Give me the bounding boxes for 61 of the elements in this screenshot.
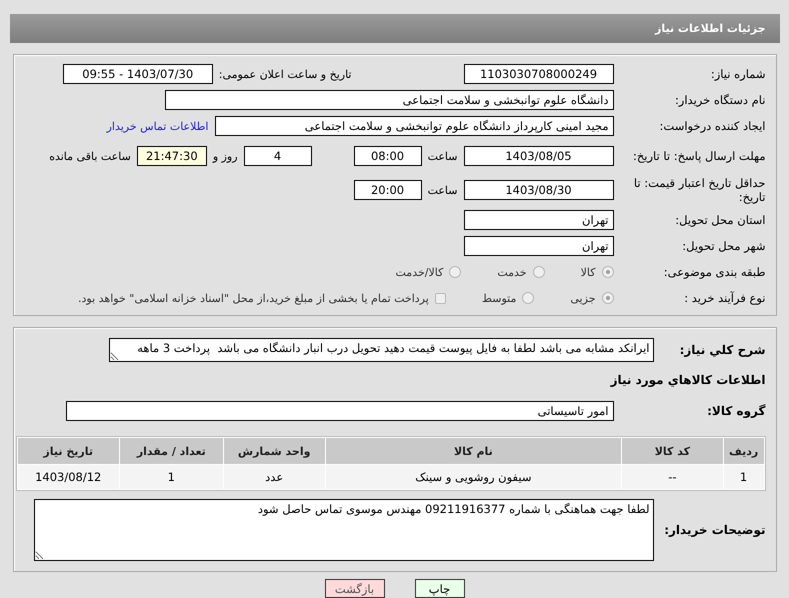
field-label: روز و	[212, 150, 238, 162]
time-field[interactable]: 08:00	[354, 146, 422, 166]
field-label: ساعت باقی مانده	[49, 150, 131, 162]
field-label: طبقه بندی موضوعی:	[662, 264, 766, 280]
buyer-contact-link[interactable]: اطلاعات تماس خریدار	[106, 120, 208, 132]
column-header: نام کالا	[326, 438, 622, 464]
remaining-time-field[interactable]: 21:47:30	[136, 146, 207, 166]
field-label: ایجاد کننده درخواست:	[658, 118, 766, 134]
radio-label: کالا	[580, 266, 596, 278]
field-label: نوع فرآیند خرید :	[683, 290, 766, 306]
back-button[interactable]: بازگشت	[324, 579, 384, 598]
field-label: حداقل تاریخ اعتبار قیمت: تا تاریخ:	[632, 176, 766, 204]
radio-label: متوسط	[482, 292, 516, 304]
field-label: ساعت	[428, 150, 458, 162]
field-label: شهر محل تحویل:	[681, 238, 766, 254]
radio-label: کالا/خدمت	[396, 266, 444, 278]
field-label: توضیحات خریدار:	[663, 522, 766, 538]
column-header: کد کالا	[622, 438, 723, 464]
table-cell: 1	[724, 465, 764, 489]
radio-label: خدمت	[497, 266, 527, 278]
goods-group-field[interactable]: امور تاسیساتی	[66, 401, 614, 421]
radio-button[interactable]	[522, 292, 534, 304]
column-header: تاریخ نیاز	[18, 438, 119, 464]
radio-button[interactable]	[602, 292, 614, 304]
radio-button[interactable]	[449, 266, 462, 278]
column-header: واحد شمارش	[224, 438, 325, 464]
date-field[interactable]: 1403/08/05	[464, 146, 614, 166]
date-field[interactable]: 1403/08/30	[464, 180, 614, 200]
table-cell: 1403/08/12	[18, 465, 119, 489]
field-label: تاریخ و ساعت اعلان عمومی:	[218, 68, 352, 80]
time-field[interactable]: 20:00	[354, 180, 422, 200]
days-field[interactable]: 4	[244, 146, 312, 166]
print-button[interactable]: چاپ	[414, 579, 464, 598]
table-cell: --	[622, 465, 723, 489]
table-cell: سیفون روشویی و سینک	[326, 465, 622, 489]
buyer-org-field[interactable]: دانشگاه علوم توانبخشی و سلامت اجتماعی	[164, 90, 614, 110]
city-field[interactable]: تهران	[464, 236, 614, 256]
checkbox-label: پرداخت تمام یا بخشی از مبلغ خرید،از محل "اسناد خزانه اسلامی" خواهد بود.	[78, 292, 429, 304]
table-cell: عدد	[224, 465, 325, 489]
page-title-bar: جزئیات اطلاعات نیاز	[10, 14, 780, 43]
description-field[interactable]: ایرانکد مشابه می باشد لطفا به فایل پیوست قیمت دهید تحویل درب انبار دانشگاه می باشد پرداخت 3 ماهه	[108, 338, 654, 362]
field-label: نام دستگاه خریدار:	[674, 92, 766, 108]
column-header: ردیف	[724, 438, 764, 464]
field-label: گروه کالا:	[706, 404, 766, 418]
column-header: تعداد / مقدار	[120, 438, 223, 464]
checkbox[interactable]	[434, 292, 446, 304]
announce-date-field[interactable]: 1403/07/30 - 09:55	[62, 64, 213, 84]
field-label: شماره نیاز:	[710, 66, 766, 82]
field-label: استان محل تحویل:	[674, 212, 766, 228]
table-cell: 1	[120, 465, 223, 489]
radio-button[interactable]	[602, 266, 614, 278]
field-label: مهلت ارسال پاسخ: تا تاریخ:	[632, 148, 766, 164]
field-label: شرح کلي نياز:	[678, 342, 766, 358]
radio-button[interactable]	[532, 266, 545, 278]
requester-field[interactable]: مجید امینی کارپرداز دانشگاه علوم توانبخشی و سلامت اجتماعی	[214, 116, 614, 136]
need-number-field[interactable]: 1103030708000249	[464, 64, 614, 84]
field-label: ساعت	[428, 184, 458, 196]
section-title: اطلاعات کالاهاي مورد نياز	[609, 372, 766, 388]
radio-label: جزیی	[570, 292, 596, 304]
buyer-notes-field[interactable]: لطفا جهت هماهنگی با شماره 09211916377 مهندس موسوی تماس حاصل شود	[34, 499, 654, 561]
province-field[interactable]: تهران	[464, 210, 614, 230]
